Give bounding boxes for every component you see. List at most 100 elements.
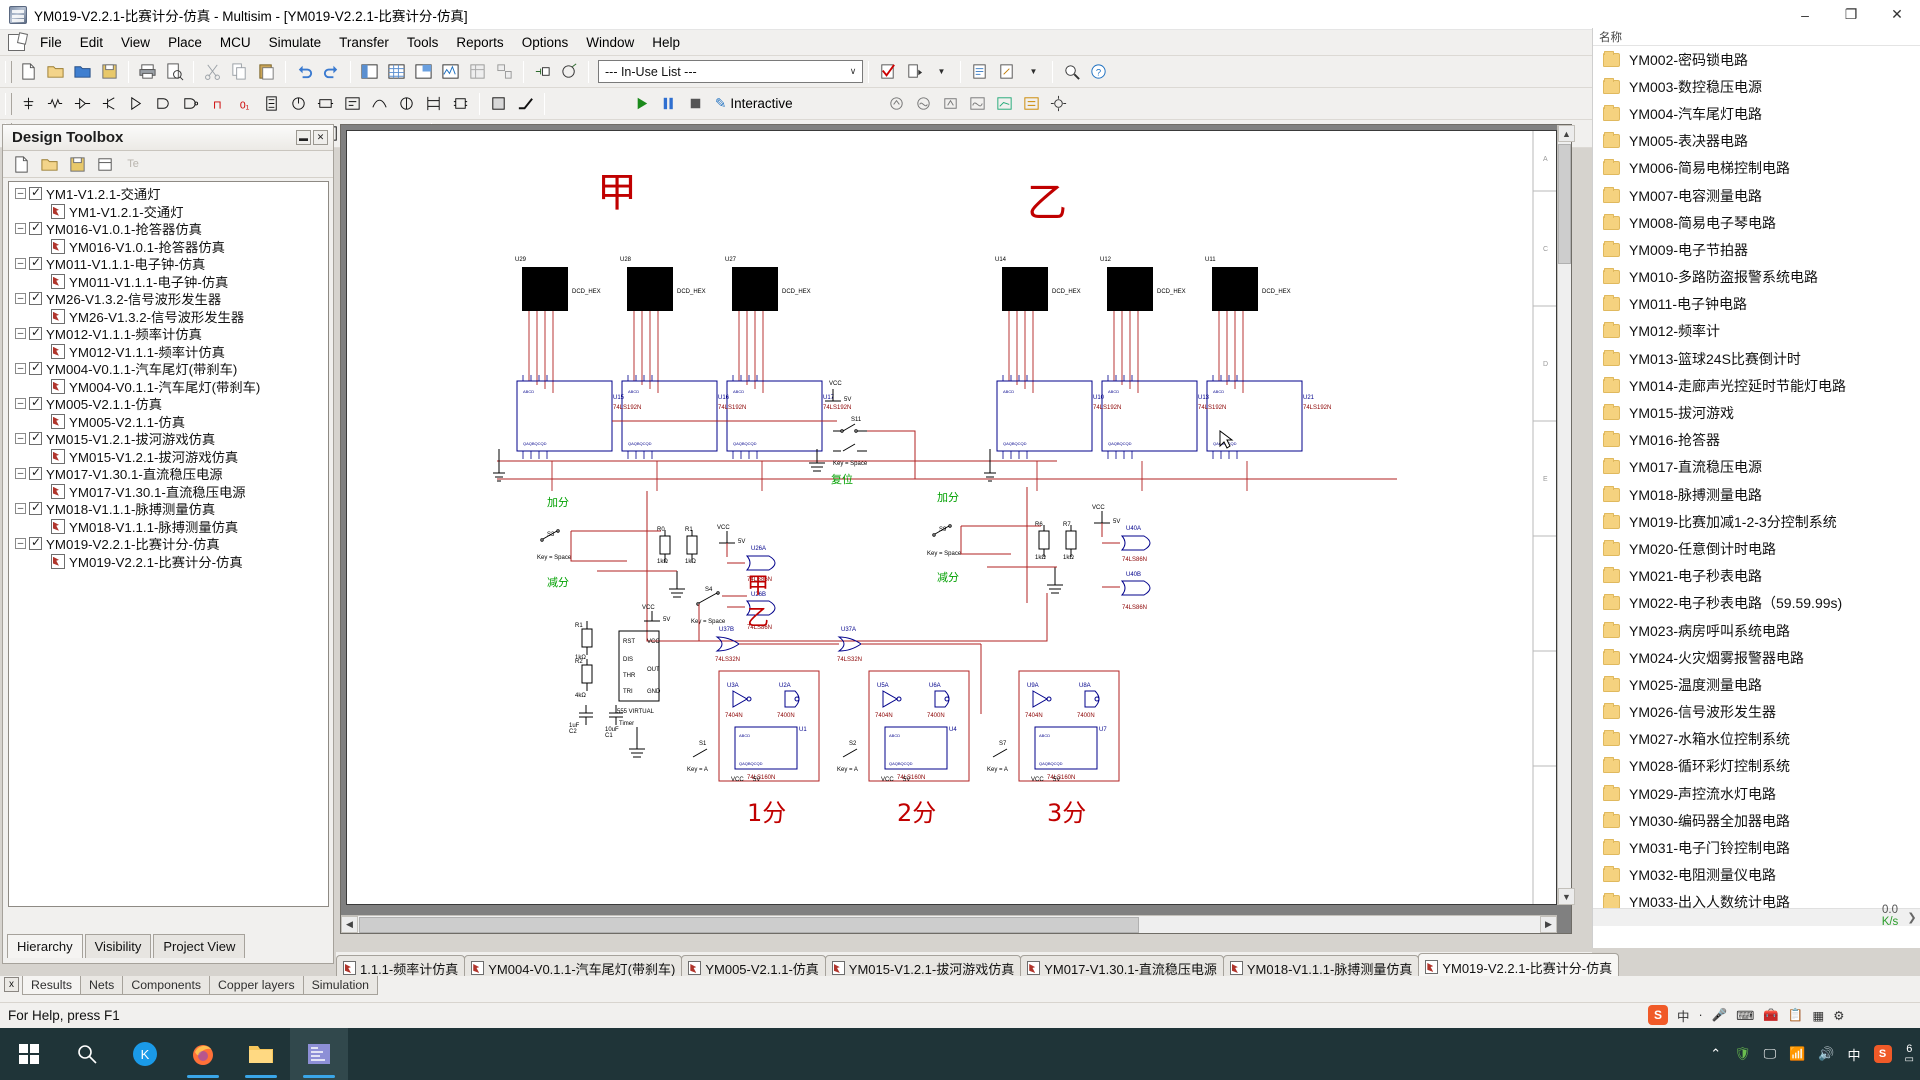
vertical-scroll-thumb[interactable] [1558, 144, 1571, 264]
tree-project-node[interactable]: – YM004-V0.1.1-汽车尾灯(带刹车) [9, 360, 328, 378]
tree-project-node[interactable]: – YM012-V1.1.1-频率计仿真 [9, 325, 328, 343]
paste-icon[interactable] [254, 59, 279, 84]
spreadsheet-tab-simulation[interactable]: Simulation [302, 976, 379, 995]
interactive-mode-selector[interactable]: ✎ Interactive [715, 96, 793, 112]
settings-icon[interactable]: ⚙ [1833, 1008, 1844, 1023]
grid-icon[interactable]: ▦ [1812, 1008, 1824, 1023]
tree-checkbox[interactable] [29, 360, 42, 376]
cut-icon[interactable] [200, 59, 225, 84]
misc-digital-icon[interactable]: ⊓ [205, 91, 230, 116]
spreadsheet-close-button[interactable]: x [4, 977, 19, 992]
search-component-icon[interactable] [1059, 59, 1084, 84]
tree-collapse-toggle[interactable]: – [15, 538, 26, 550]
tree-checkbox[interactable] [29, 255, 42, 271]
explorer-folder-row[interactable]: YM006-简易电梯控制电路 [1593, 155, 1920, 182]
design-tree[interactable]: – YM1-V1.2.1-交通灯YM1-V1.2.1-交通灯 – YM016-V1.0… [8, 181, 329, 907]
toolbox-icon[interactable]: 🧰 [1763, 1008, 1779, 1023]
explorer-folder-row[interactable]: YM005-表决器电路 [1593, 128, 1920, 155]
kugou-icon[interactable]: K [116, 1028, 174, 1080]
tree-collapse-toggle[interactable]: – [15, 223, 26, 235]
explorer-file-list[interactable]: YM002-密码锁电路 YM003-数控稳压电源 YM004-汽车尾灯电路 YM005… [1593, 46, 1920, 908]
explorer-folder-row[interactable]: YM023-病房呼叫系统电路 [1593, 617, 1920, 644]
tree-project-node[interactable]: – YM015-V1.2.1-拔河游戏仿真 [9, 430, 328, 448]
tree-project-node[interactable]: – YM26-V1.3.2-信号波形发生器 [9, 290, 328, 308]
explorer-folder-row[interactable]: YM012-频率计 [1593, 318, 1920, 345]
cmos-icon[interactable] [178, 91, 203, 116]
design-toolbox-icon[interactable] [357, 59, 382, 84]
tree-file-node[interactable]: YM016-V1.0.1-抢答器仿真 [9, 238, 328, 256]
basic-component-icon[interactable] [43, 91, 68, 116]
open-folder-icon[interactable] [70, 59, 95, 84]
open-design-icon[interactable] [37, 153, 61, 176]
volume-icon[interactable]: 🔊 [1818, 1046, 1834, 1062]
design-toolbox-close-button[interactable]: ✕ [313, 130, 328, 145]
design-toolbox-collapse-button[interactable]: ▬ [296, 130, 311, 145]
explorer-folder-row[interactable]: YM022-电子秒表电路（59.59.99s) [1593, 590, 1920, 617]
explorer-folder-row[interactable]: YM003-数控稳压电源 [1593, 73, 1920, 100]
explorer-folder-row[interactable]: YM014-走廊声光控延时节能灯电路 [1593, 372, 1920, 399]
advanced-peripherals-icon[interactable] [340, 91, 365, 116]
power-component-icon[interactable] [286, 91, 311, 116]
help-icon[interactable]: ? [1086, 59, 1111, 84]
tree-file-node[interactable]: YM012-V1.1.1-频率计仿真 [9, 343, 328, 361]
taskbar-sogou-icon[interactable]: S [1873, 1045, 1892, 1063]
tree-file-node[interactable]: YM018-V1.1.1-脉搏测量仿真 [9, 518, 328, 536]
explorer-folder-row[interactable]: YM002-密码锁电路 [1593, 46, 1920, 73]
tree-file-node[interactable]: YM004-V0.1.1-汽车尾灯(带刹车) [9, 378, 328, 396]
annotate-icon[interactable] [967, 59, 992, 84]
rename-sheet-icon[interactable] [93, 153, 117, 176]
explorer-folder-row[interactable]: YM004-汽车尾灯电路 [1593, 100, 1920, 127]
tree-collapse-toggle[interactable]: – [15, 328, 26, 340]
explorer-folder-row[interactable]: YM019-比赛加减1-2-3分控制系统 [1593, 508, 1920, 535]
tree-file-node[interactable]: YM1-V1.2.1-交通灯 [9, 203, 328, 221]
tree-checkbox[interactable] [29, 185, 42, 201]
explorer-column-header[interactable]: 名称 [1593, 28, 1920, 46]
diode-icon[interactable] [70, 91, 95, 116]
tree-collapse-toggle[interactable]: – [15, 468, 26, 480]
tree-file-node[interactable]: YM019-V2.2.1-比赛计分-仿真 [9, 553, 328, 571]
component-wizard-icon[interactable] [530, 59, 555, 84]
menu-mcu[interactable]: MCU [211, 32, 260, 53]
explorer-folder-row[interactable]: YM026-信号波形发生器 [1593, 699, 1920, 726]
tree-checkbox[interactable] [29, 465, 42, 481]
tree-checkbox[interactable] [29, 325, 42, 341]
mic-icon[interactable]: 🎤 [1712, 1008, 1728, 1023]
tree-collapse-toggle[interactable]: – [15, 398, 26, 410]
save-icon[interactable] [97, 59, 122, 84]
tree-file-node[interactable]: YM26-V1.3.2-信号波形发生器 [9, 308, 328, 326]
erc-icon[interactable] [557, 59, 582, 84]
tree-collapse-toggle[interactable]: – [15, 363, 26, 375]
horizontal-scroll-thumb[interactable] [359, 916, 1139, 933]
start-icon[interactable] [0, 1028, 58, 1080]
sogou-ime-icon[interactable]: S [1648, 1005, 1668, 1025]
redo-icon[interactable] [319, 59, 344, 84]
chevron-down-icon[interactable]: ∨ [844, 61, 862, 82]
multimeter-icon[interactable] [884, 91, 909, 116]
undo-icon[interactable] [292, 59, 317, 84]
notification-icon[interactable]: 6 ▭ [1905, 1043, 1914, 1065]
menu-simulate[interactable]: Simulate [260, 32, 331, 53]
explorer-folder-row[interactable]: YM009-电子节拍器 [1593, 236, 1920, 263]
spreadsheet-tab-nets[interactable]: Nets [80, 976, 124, 995]
scroll-right-arrow[interactable]: ▶ [1540, 916, 1557, 933]
clipboard-icon[interactable]: 📋 [1788, 1008, 1804, 1023]
function-generator-icon[interactable] [911, 91, 936, 116]
tree-project-node[interactable]: – YM019-V2.2.1-比赛计分-仿真 [9, 535, 328, 553]
explorer-folder-row[interactable]: YM010-多路防盗报警系统电路 [1593, 264, 1920, 291]
tree-collapse-toggle[interactable]: – [15, 188, 26, 200]
oscilloscope-icon[interactable] [965, 91, 990, 116]
ttl-icon[interactable] [151, 91, 176, 116]
explorer-folder-row[interactable]: YM016-抢答器 [1593, 427, 1920, 454]
scroll-left-arrow[interactable]: ◀ [341, 916, 358, 933]
explorer-folder-row[interactable]: YM015-拔河游戏 [1593, 399, 1920, 426]
multisim-icon[interactable] [290, 1028, 348, 1080]
explorer-icon[interactable] [232, 1028, 290, 1080]
menu-options[interactable]: Options [513, 32, 578, 53]
menu-place[interactable]: Place [159, 32, 211, 53]
tree-project-node[interactable]: – YM011-V1.1.1-电子钟-仿真 [9, 255, 328, 273]
explorer-folder-row[interactable]: YM030-编码器全加器电路 [1593, 807, 1920, 834]
tree-collapse-toggle[interactable]: – [15, 293, 26, 305]
display-icon[interactable]: 🖵 [1764, 1046, 1777, 1062]
source-component-icon[interactable] [16, 91, 41, 116]
tree-project-node[interactable]: – YM016-V1.0.1-抢答器仿真 [9, 220, 328, 238]
